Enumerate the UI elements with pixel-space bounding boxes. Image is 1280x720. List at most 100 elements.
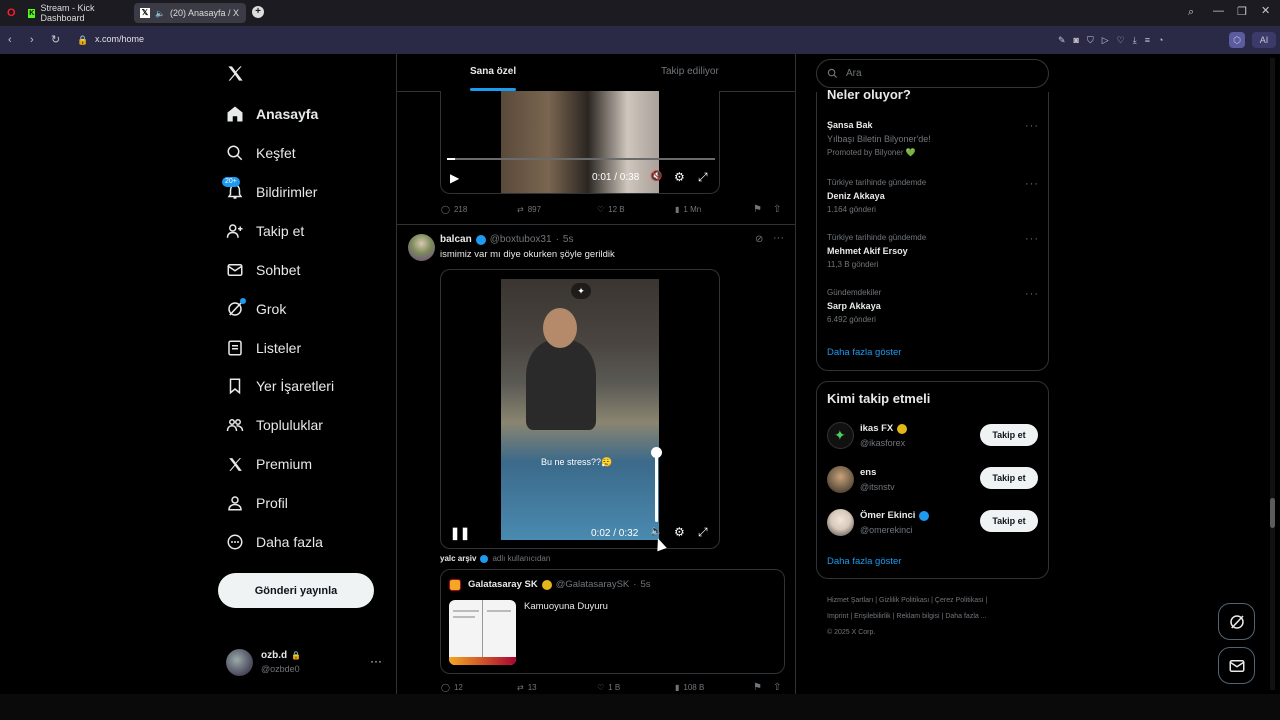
fullscreen-icon[interactable]: ⤢ [698, 170, 708, 185]
pause-icon[interactable]: ❚❚ [450, 526, 470, 540]
edit-icon[interactable]: ✎ [1058, 34, 1066, 46]
footer-link[interactable]: Daha fazla ... [945, 613, 986, 620]
footer-link[interactable]: Erişilebilirlik [854, 613, 891, 620]
play-icon[interactable]: ▷ [1102, 34, 1109, 46]
page-scrollbar[interactable] [1270, 58, 1275, 690]
trend-item[interactable]: Türkiye tarihinde gündemde Deniz Akkaya … [827, 178, 1042, 214]
share-icon[interactable]: ⇧ [773, 682, 781, 693]
speaker-icon[interactable]: 🔈 [155, 9, 165, 18]
camera-icon[interactable]: ◙ [1074, 34, 1079, 46]
trend-item[interactable]: Şansa Bak Yılbaşı Biletin Bilyoner'de! P… [827, 120, 1042, 157]
play-icon[interactable]: ▶ [450, 171, 459, 185]
trends-show-more[interactable]: Daha fazla göster [827, 347, 901, 358]
nav-bookmarks[interactable]: Yer İşaretleri [226, 371, 334, 401]
back-icon[interactable]: ‹ [8, 34, 12, 46]
forward-icon[interactable]: › [30, 34, 34, 46]
account-switcher[interactable]: ozb.d 🔒 @ozbde0 ··· [226, 648, 386, 678]
author-handle[interactable]: @boxtubox31 [490, 234, 552, 245]
trend-item[interactable]: Gündemdekiler Sarp Akkaya 6.492 gönderi [827, 288, 1042, 324]
author-name[interactable]: balcan [440, 234, 472, 245]
profile-icon[interactable]: ◔ [1158, 34, 1163, 46]
restore-icon[interactable]: ❐ [1237, 6, 1247, 18]
avatar[interactable] [827, 509, 854, 536]
avatar[interactable]: ✦ [827, 422, 854, 449]
search-box[interactable]: Ara [816, 59, 1049, 88]
trend-more-icon[interactable]: ··· [1025, 288, 1039, 300]
minimize-icon[interactable]: — [1213, 5, 1224, 17]
tab-following[interactable]: Takip ediliyor [661, 66, 719, 77]
footer-link[interactable]: Hizmet Şartları [827, 597, 873, 604]
download-icon[interactable]: ⤓ [1133, 34, 1137, 46]
heart-icon[interactable]: ♡ [1117, 34, 1125, 46]
x-logo-icon[interactable] [226, 64, 246, 84]
repost-count[interactable]: ⇄ 897 [517, 205, 541, 214]
reload-icon[interactable]: ↻ [51, 34, 60, 46]
trend-more-icon[interactable]: ··· [1025, 233, 1039, 245]
shield-icon[interactable]: ⛉ [1087, 34, 1094, 46]
footer-link[interactable]: Çerez Politikası [935, 597, 984, 604]
nav-grok[interactable]: Grok [226, 294, 286, 324]
footer-link[interactable]: Reklam bilgisi [896, 613, 939, 620]
credit-name[interactable]: yalc arşiv [440, 554, 476, 563]
follow-button[interactable]: Takip et [980, 424, 1038, 446]
close-window-icon[interactable]: ✕ [1261, 5, 1270, 17]
grok-action-icon[interactable]: ⊘ [755, 234, 763, 245]
reply-count[interactable]: ◯ 12 [441, 683, 463, 692]
reply-count[interactable]: ◯ 218 [441, 205, 467, 214]
new-tab-icon[interactable]: + [252, 6, 264, 18]
follow-button[interactable]: Takip et [980, 467, 1038, 489]
post-more-icon[interactable]: ··· [773, 232, 784, 244]
settings-icon[interactable]: ⚙ [674, 170, 685, 184]
post-button[interactable]: Gönderi yayınla [218, 573, 374, 608]
avatar[interactable] [408, 234, 435, 261]
trend-more-icon[interactable]: ··· [1025, 178, 1039, 190]
ai-button[interactable]: AI [1252, 32, 1276, 48]
cube-icon[interactable]: ⬡ [1229, 32, 1245, 48]
footer-link[interactable]: Gizlilik Politikası [879, 597, 929, 604]
footer-link[interactable]: Imprint [827, 613, 848, 620]
opera-logo-icon[interactable]: O [7, 7, 16, 19]
avatar[interactable] [827, 466, 854, 493]
bookmark-icon[interactable]: ⚑ [753, 204, 762, 215]
messages-fab[interactable] [1218, 647, 1255, 684]
nav-lists[interactable]: Listeler [226, 333, 301, 363]
video-player-1[interactable]: ▶ 0:01 / 0:38 🔇 ⚙ ⤢ [440, 91, 720, 194]
view-count[interactable]: ▮ 1 Mn [675, 205, 701, 214]
volume-knob[interactable] [651, 447, 662, 458]
follow-button[interactable]: Takip et [980, 510, 1038, 532]
trend-item[interactable]: Türkiye tarihinde gündemde Mehmet Akif E… [827, 233, 1042, 269]
volume-icon[interactable]: 🔈 [650, 526, 662, 537]
tab-x-home[interactable]: 𝕏 🔈 (20) Anasayfa / X [134, 3, 246, 23]
tab-for-you[interactable]: Sana özel [470, 66, 516, 77]
view-count[interactable]: ▮ 108 B [675, 683, 704, 692]
who-to-follow-show-more[interactable]: Daha fazla göster [827, 556, 901, 567]
nav-communities[interactable]: Topluluklar [226, 410, 323, 440]
nav-home[interactable]: Anasayfa [226, 99, 318, 129]
suggestion-name-row[interactable]: Ömer Ekinci [860, 510, 930, 521]
nav-notifications[interactable]: 20+ Bildirimler [222, 177, 317, 207]
nav-explore[interactable]: Keşfet [226, 138, 296, 168]
suggestion-name-row[interactable]: ikas FX [860, 423, 908, 434]
nav-follow[interactable]: Takip et [226, 216, 304, 246]
trend-more-icon[interactable]: ··· [1025, 120, 1039, 132]
nav-profile[interactable]: Profil [226, 488, 288, 518]
menu-icon[interactable]: ≡ [1145, 34, 1150, 46]
like-count[interactable]: ♡ 1 B [597, 683, 620, 692]
nav-premium[interactable]: Premium [226, 449, 312, 479]
search-tabs-icon[interactable]: ⌕ [1188, 6, 1194, 18]
bookmark-icon[interactable]: ⚑ [753, 682, 762, 693]
tab-kick-dashboard[interactable]: K Stream - Kick Dashboard [22, 3, 130, 23]
sparkle-icon[interactable]: ✦ [571, 283, 591, 299]
quote-card[interactable]: Galatasaray SK @GalatasaraySK · 5s Kamuo… [440, 569, 785, 674]
nav-more[interactable]: Daha fazla [226, 527, 323, 557]
video-player-2[interactable]: ✦ Bu ne stress??😮‍💨 ❚❚ 0:02 / 0:32 🔈 ⚙ ⤢ [440, 269, 720, 549]
like-count[interactable]: ♡ 12 B [597, 205, 625, 214]
post-time[interactable]: 5s [563, 234, 574, 245]
suggestion-name-row[interactable]: ens [860, 467, 876, 478]
grok-fab[interactable] [1218, 603, 1255, 640]
nav-chat[interactable]: Sohbet [226, 255, 300, 285]
share-icon[interactable]: ⇧ [773, 204, 781, 215]
video-progress-track[interactable] [447, 158, 715, 160]
scrollbar-thumb[interactable] [1270, 498, 1275, 528]
repost-count[interactable]: ⇄ 13 [517, 683, 537, 692]
